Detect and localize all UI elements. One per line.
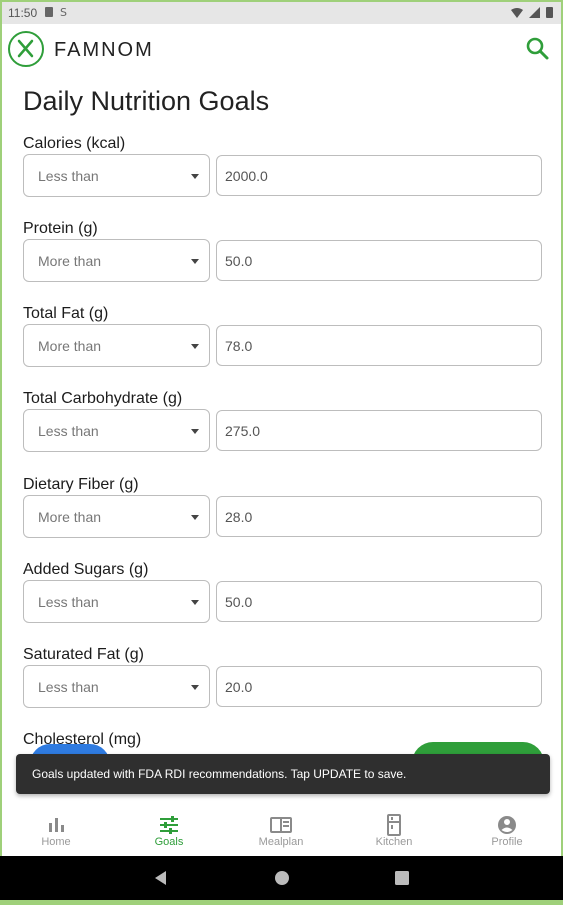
battery-icon xyxy=(546,7,553,18)
search-button[interactable] xyxy=(523,34,553,64)
goal-label: Saturated Fat (g) xyxy=(23,646,144,663)
goal-value: 20.0 xyxy=(225,679,253,695)
fridge-icon xyxy=(387,814,401,836)
dropdown-arrow-icon xyxy=(191,600,199,605)
search-icon xyxy=(526,37,549,60)
goal-value-input[interactable]: 20.0 xyxy=(216,666,542,707)
goal-dietary-fiber: Dietary Fiber (g) More than 28.0 xyxy=(23,476,543,561)
signal-icon xyxy=(529,6,540,18)
goal-total-fat: Total Fat (g) More than 78.0 xyxy=(23,305,543,390)
snackbar-message: Goals updated with FDA RDI recommendatio… xyxy=(32,767,407,781)
logo-icon xyxy=(8,31,44,67)
nav-item-kitchen[interactable]: Kitchen xyxy=(344,802,444,856)
nav-label: Profile xyxy=(491,836,523,848)
comparison-select[interactable]: Less than xyxy=(23,409,210,452)
goal-label: Protein (g) xyxy=(23,220,98,237)
comparison-value: Less than xyxy=(38,168,99,184)
tune-icon xyxy=(160,816,178,834)
dropdown-arrow-icon xyxy=(191,515,199,520)
goal-value: 275.0 xyxy=(225,423,261,439)
bar-chart-icon xyxy=(49,818,64,832)
nav-item-goals[interactable]: Goals xyxy=(119,802,219,856)
status-system-icons xyxy=(511,6,553,18)
system-nav-buttons xyxy=(155,871,409,885)
brand-name: FAMNOM xyxy=(54,39,154,61)
goal-label: Added Sugars (g) xyxy=(23,561,149,578)
app-bar: FAMNOM xyxy=(2,24,561,78)
snackbar: Goals updated with FDA RDI recommendatio… xyxy=(16,754,550,794)
goal-value: 50.0 xyxy=(225,253,253,269)
comparison-value: More than xyxy=(38,338,102,354)
comparison-value: Less than xyxy=(38,594,99,610)
person-icon xyxy=(498,816,516,834)
app-frame: 11:50 S FAMNOM Daily Nutrition Goals Cal… xyxy=(2,2,561,856)
goal-value-input[interactable]: 275.0 xyxy=(216,410,542,451)
status-bar: 11:50 S xyxy=(2,2,561,24)
goal-value: 28.0 xyxy=(225,509,253,525)
comparison-select[interactable]: More than xyxy=(23,324,210,367)
comparison-select[interactable]: Less than xyxy=(23,665,210,708)
goal-label: Calories (kcal) xyxy=(23,135,126,152)
goal-value-input[interactable]: 78.0 xyxy=(216,325,542,366)
nav-label: Kitchen xyxy=(375,836,413,848)
comparison-value: Less than xyxy=(38,423,99,439)
goal-saturated-fat: Saturated Fat (g) Less than 20.0 xyxy=(23,646,543,731)
wifi-icon xyxy=(511,7,523,18)
comparison-value: Less than xyxy=(38,679,99,695)
recents-icon[interactable] xyxy=(395,871,409,885)
nav-label: Home xyxy=(41,836,71,848)
comparison-select[interactable]: More than xyxy=(23,495,210,538)
dropdown-arrow-icon xyxy=(191,174,199,179)
comparison-value: More than xyxy=(38,509,102,525)
page-title: Daily Nutrition Goals xyxy=(23,86,270,116)
goal-added-sugars: Added Sugars (g) Less than 50.0 xyxy=(23,561,543,646)
bottom-navigation: Home Goals Mealplan Kitchen Profile xyxy=(2,802,561,856)
goal-total-carbohydrate: Total Carbohydrate (g) Less than 275.0 xyxy=(23,390,543,475)
comparison-select[interactable]: More than xyxy=(23,239,210,282)
book-icon xyxy=(270,817,292,833)
nav-item-home[interactable]: Home xyxy=(6,802,106,856)
goal-value: 50.0 xyxy=(225,594,253,610)
comparison-select[interactable]: Less than xyxy=(23,580,210,623)
system-navigation-bar xyxy=(0,856,563,900)
goal-label: Total Fat (g) xyxy=(23,305,109,322)
goal-value-input[interactable]: 50.0 xyxy=(216,581,542,622)
goal-value-input[interactable]: 50.0 xyxy=(216,240,542,281)
goal-calories: Calories (kcal) Less than 2000.0 xyxy=(23,135,543,220)
dropdown-arrow-icon xyxy=(191,685,199,690)
comparison-value: More than xyxy=(38,253,102,269)
dropdown-arrow-icon xyxy=(191,429,199,434)
goal-label: Dietary Fiber (g) xyxy=(23,476,139,493)
home-icon[interactable] xyxy=(275,871,289,885)
goal-label: Total Carbohydrate (g) xyxy=(23,390,183,407)
goal-protein: Protein (g) More than 50.0 xyxy=(23,220,543,305)
nav-item-profile[interactable]: Profile xyxy=(457,802,557,856)
sim-card-icon xyxy=(45,7,53,17)
dropdown-arrow-icon xyxy=(191,344,199,349)
goal-value-input[interactable]: 2000.0 xyxy=(216,155,542,196)
nav-item-mealplan[interactable]: Mealplan xyxy=(231,802,331,856)
goal-value-input[interactable]: 28.0 xyxy=(216,496,542,537)
comparison-select[interactable]: Less than xyxy=(23,154,210,197)
nav-label: Mealplan xyxy=(258,836,304,848)
status-time: 11:50 xyxy=(8,6,38,20)
svg-text:S: S xyxy=(60,6,67,18)
back-icon[interactable] xyxy=(155,871,166,885)
goal-value: 78.0 xyxy=(225,338,253,354)
storage-icon: S xyxy=(60,6,67,18)
goal-value: 2000.0 xyxy=(225,168,268,184)
nav-label: Goals xyxy=(154,836,184,848)
dropdown-arrow-icon xyxy=(191,259,199,264)
status-notification-icons: S xyxy=(44,6,70,18)
